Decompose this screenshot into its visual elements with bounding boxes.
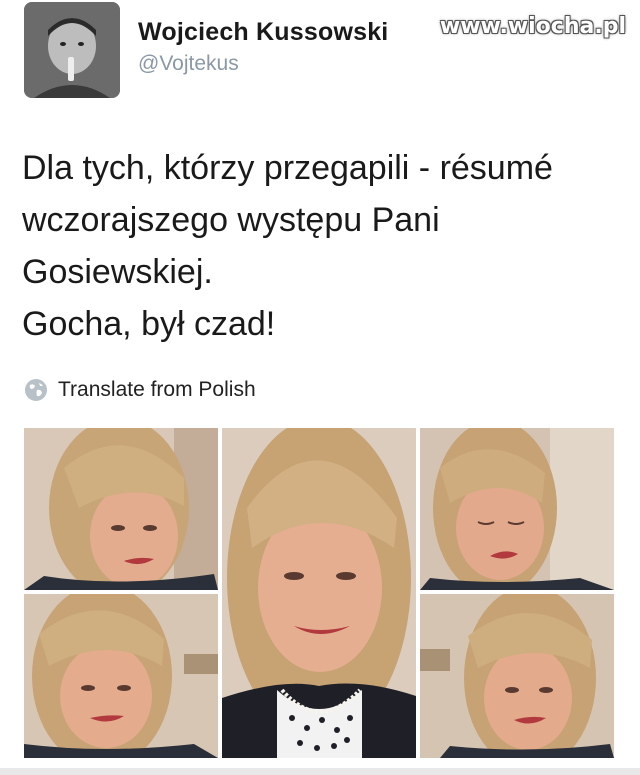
photo-image: [24, 594, 218, 758]
media-grid[interactable]: [24, 428, 614, 758]
photo-image: [420, 428, 614, 590]
tweet-text: Dla tych, którzy przegapili - résumé wcz…: [22, 142, 622, 350]
author-handle[interactable]: @Vojtekus: [138, 52, 239, 76]
photo-center-large[interactable]: [222, 428, 416, 758]
tweet-text-line: Dla tych, którzy przegapili - résumé: [22, 149, 553, 187]
watermark: www.wiocha.pl: [439, 14, 626, 39]
author-name[interactable]: Wojciech Kussowski: [138, 18, 388, 47]
bottom-divider: [0, 768, 640, 775]
tweet-text-line: Gosiewskiej.: [22, 253, 213, 291]
photo-image: [222, 428, 416, 758]
tweet-text-line: Gocha, był czad!: [22, 305, 276, 343]
photo-bottom-right[interactable]: [420, 594, 614, 758]
globe-icon: [25, 379, 47, 401]
photo-image: [420, 594, 614, 758]
translate-label: Translate from Polish: [58, 378, 256, 401]
translate-link[interactable]: Translate from Polish: [24, 378, 256, 402]
avatar[interactable]: [24, 2, 120, 98]
tweet-text-line: wczorajszego występu Pani: [22, 201, 440, 239]
avatar-image: [24, 2, 120, 98]
photo-top-left[interactable]: [24, 428, 218, 590]
photo-image: [24, 428, 218, 590]
photo-top-right[interactable]: [420, 428, 614, 590]
photo-bottom-left[interactable]: [24, 594, 218, 758]
